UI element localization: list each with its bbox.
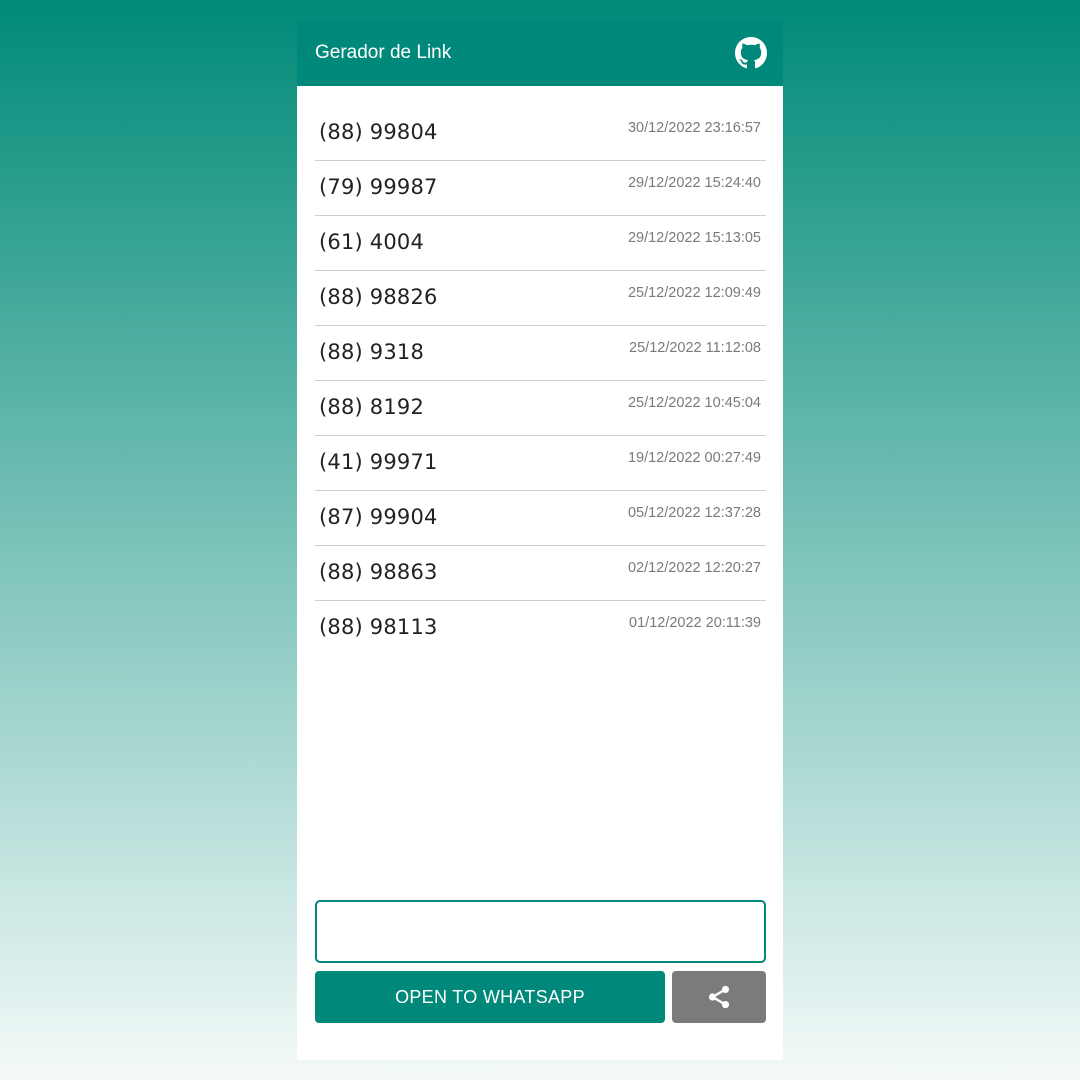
history-phone-number: (79) 99987 (319, 175, 438, 199)
history-timestamp: 29/12/2022 15:13:05 (627, 230, 761, 246)
history-list: (88) 99804 30/12/2022 23:16:57 (79) 99987 2… (315, 106, 766, 655)
history-item[interactable]: (88) 99804 30/12/2022 23:16:57 (315, 106, 766, 161)
history-item[interactable]: (61) 4004 29/12/2022 15:13:05 (315, 216, 766, 271)
history-timestamp: 19/12/2022 00:27:49 (627, 450, 761, 466)
history-phone-number: (88) 9318 (319, 340, 425, 364)
app-bar: Gerador de Link (297, 20, 783, 86)
history-timestamp: 05/12/2022 12:37:28 (627, 505, 761, 521)
history-item[interactable]: (88) 8192 25/12/2022 10:45:04 (315, 381, 766, 436)
phone-input[interactable] (315, 900, 766, 963)
history-item[interactable]: (88) 98113 01/12/2022 20:11:39 (315, 601, 766, 655)
history-item[interactable]: (79) 99987 29/12/2022 15:24:40 (315, 161, 766, 216)
history-timestamp: 29/12/2022 15:24:40 (627, 175, 761, 191)
history-item[interactable]: (41) 99971 19/12/2022 00:27:49 (315, 436, 766, 491)
share-icon (708, 985, 730, 1009)
history-phone-number: (41) 99971 (319, 450, 438, 474)
history-phone-number: (88) 98863 (319, 560, 438, 584)
history-timestamp: 25/12/2022 10:45:04 (627, 395, 761, 411)
github-icon[interactable] (735, 37, 767, 69)
history-phone-number: (88) 98113 (319, 615, 438, 639)
history-phone-number: (88) 8192 (319, 395, 425, 419)
history-timestamp: 01/12/2022 20:11:39 (629, 615, 761, 631)
history-item[interactable]: (88) 98863 02/12/2022 12:20:27 (315, 546, 766, 601)
history-timestamp: 30/12/2022 23:16:57 (627, 120, 761, 136)
history-timestamp: 25/12/2022 11:12:08 (629, 340, 761, 356)
history-phone-number: (87) 99904 (319, 505, 438, 529)
history-item[interactable]: (87) 99904 05/12/2022 12:37:28 (315, 491, 766, 546)
history-timestamp: 02/12/2022 12:20:27 (627, 560, 761, 576)
app-window: Gerador de Link (88) 99804 30/12/2022 23:… (297, 20, 783, 1060)
open-whatsapp-button[interactable]: OPEN TO WHATSAPP (315, 971, 665, 1023)
share-button[interactable] (672, 971, 766, 1023)
history-phone-number: (61) 4004 (319, 230, 425, 254)
history-phone-number: (88) 98826 (319, 285, 438, 309)
history-phone-number: (88) 99804 (319, 120, 438, 144)
history-item[interactable]: (88) 98826 25/12/2022 12:09:49 (315, 271, 766, 326)
app-title: Gerador de Link (315, 42, 452, 63)
history-timestamp: 25/12/2022 12:09:49 (627, 285, 761, 301)
history-item[interactable]: (88) 9318 25/12/2022 11:12:08 (315, 326, 766, 381)
